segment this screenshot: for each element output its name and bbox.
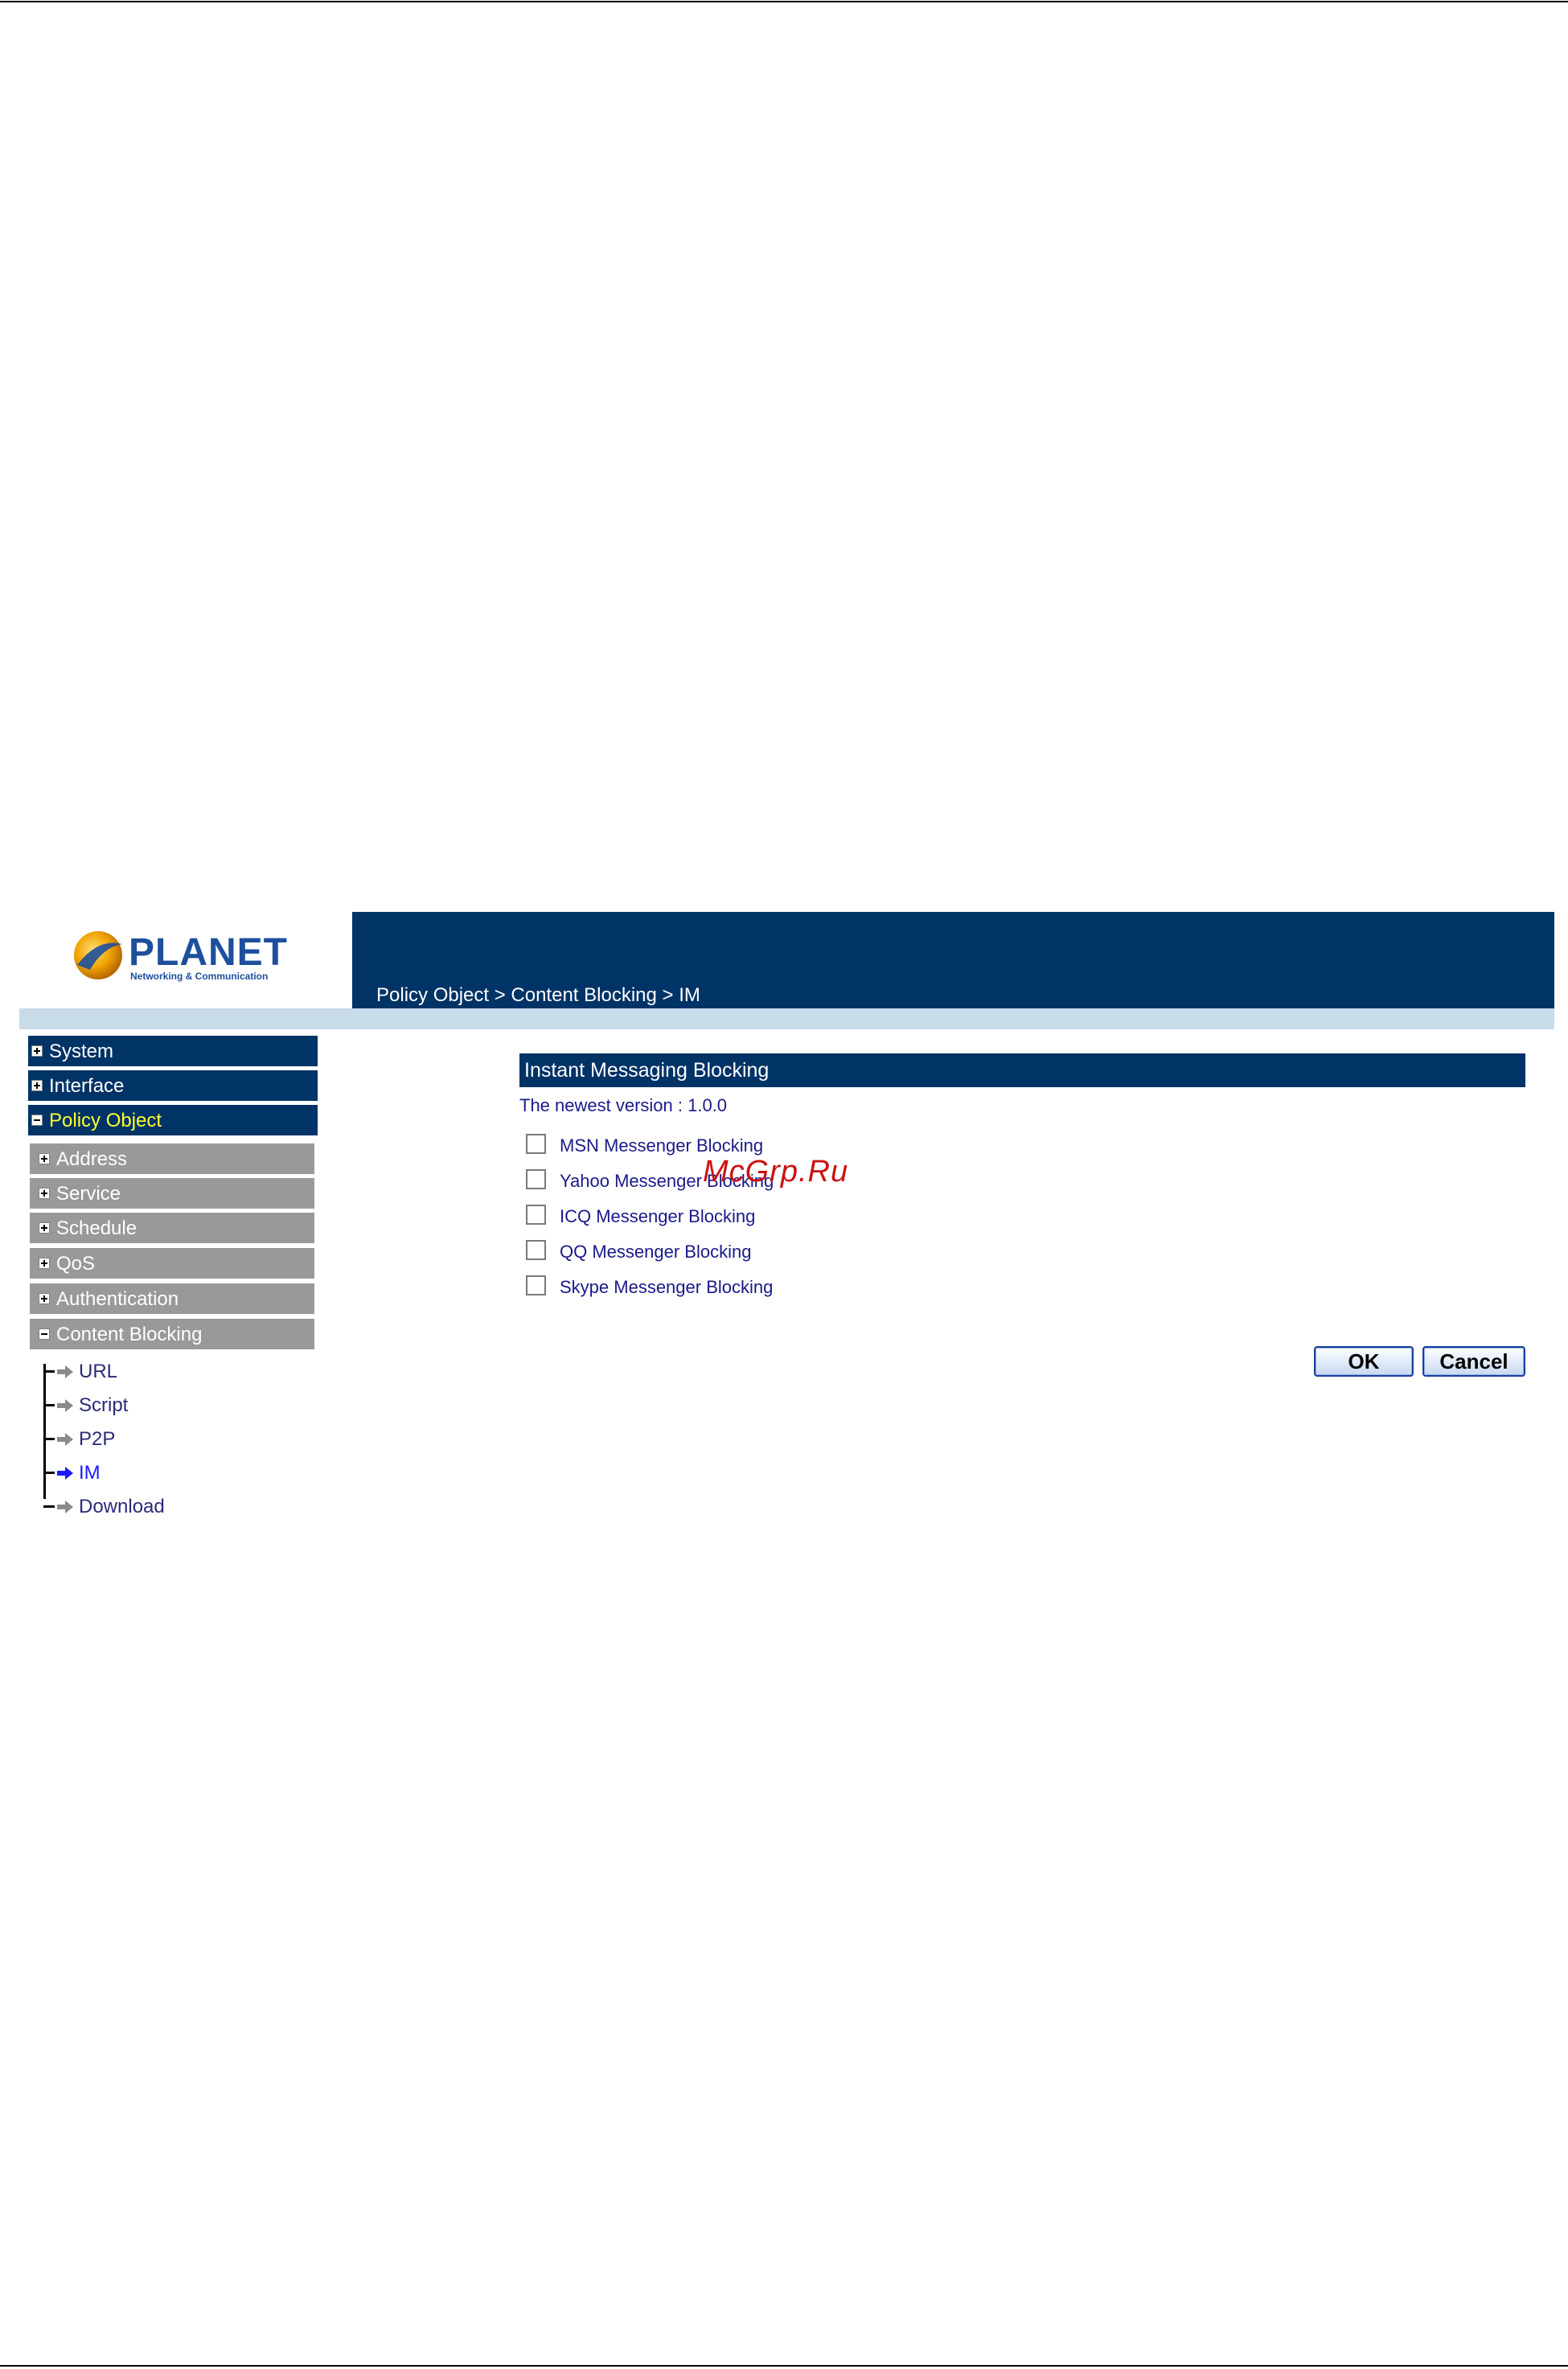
option-label: QQ Messenger Blocking — [560, 1242, 752, 1262]
option-label: Skype Messenger Blocking — [560, 1277, 774, 1297]
option-label: ICQ Messenger Blocking — [560, 1206, 756, 1226]
plus-icon — [39, 1188, 50, 1199]
tree-item-label: Script — [79, 1394, 129, 1416]
tree-item-url[interactable]: URL — [43, 1356, 285, 1388]
sidebar-item-label: System — [49, 1041, 114, 1062]
sidebar-item-interface[interactable]: Interface — [28, 1070, 318, 1102]
tree-item-p2p[interactable]: P2P — [43, 1423, 285, 1455]
tree-item-script[interactable]: Script — [43, 1390, 285, 1422]
header-strip — [19, 1008, 1554, 1029]
arrow-right-icon — [57, 1501, 73, 1513]
plus-icon — [39, 1293, 50, 1304]
tree-item-im[interactable]: IM — [43, 1457, 285, 1489]
submenu-item-label: Service — [56, 1183, 121, 1205]
option-label: MSN Messenger Blocking — [560, 1135, 764, 1156]
tree-item-label: URL — [79, 1361, 118, 1382]
sidebar-item-system[interactable]: System — [28, 1036, 318, 1068]
sidebar-item-label: Policy Object — [49, 1110, 162, 1131]
arrow-right-icon — [57, 1433, 73, 1446]
plus-icon — [39, 1222, 50, 1234]
icq-blocking-checkbox[interactable] — [526, 1205, 546, 1225]
option-skype: Skype Messenger Blocking — [526, 1272, 1008, 1301]
skype-blocking-checkbox[interactable] — [526, 1275, 546, 1295]
brand-tagline: Networking & Communication — [130, 971, 268, 982]
minus-icon — [31, 1115, 43, 1126]
submenu-item-schedule[interactable]: Schedule — [30, 1213, 314, 1245]
logo-area: PLANET Networking & Communication — [19, 912, 352, 1008]
option-qq: QQ Messenger Blocking — [526, 1237, 1008, 1266]
plus-icon — [31, 1080, 43, 1091]
tree-item-label: Download — [79, 1496, 165, 1517]
submenu-item-label: Authentication — [56, 1288, 179, 1310]
plus-icon — [31, 1045, 43, 1057]
plus-icon — [39, 1153, 50, 1164]
plus-icon — [39, 1258, 50, 1269]
option-icq: ICQ Messenger Blocking — [526, 1201, 1008, 1230]
ok-button[interactable]: OK — [1314, 1346, 1414, 1377]
submenu-item-service[interactable]: Service — [30, 1178, 314, 1210]
planet-logo: PLANET Networking & Communication — [74, 931, 288, 982]
arrow-right-icon — [57, 1399, 73, 1412]
yahoo-blocking-checkbox[interactable] — [526, 1169, 546, 1189]
router-admin-window: PLANET Networking & Communication Policy… — [19, 912, 1554, 1531]
version-text: The newest version : 1.0.0 — [519, 1095, 728, 1115]
brand-name: PLANET — [129, 931, 288, 974]
minus-icon — [39, 1328, 50, 1340]
qq-blocking-checkbox[interactable] — [526, 1240, 546, 1260]
submenu-item-content-blocking[interactable]: Content Blocking — [30, 1319, 314, 1351]
cancel-button[interactable]: Cancel — [1422, 1346, 1525, 1377]
submenu-item-qos[interactable]: QoS — [30, 1248, 314, 1280]
tree-item-label: P2P — [79, 1428, 116, 1450]
panel-title: Instant Messaging Blocking — [519, 1053, 1525, 1087]
arrow-right-icon — [57, 1467, 73, 1480]
submenu-item-authentication[interactable]: Authentication — [30, 1283, 314, 1316]
page-top-rule — [0, 1, 1568, 2]
submenu-item-label: Schedule — [56, 1217, 138, 1239]
submenu-item-label: Address — [56, 1148, 128, 1170]
arrow-right-icon — [57, 1365, 73, 1378]
breadcrumb: Policy Object > Content Blocking > IM — [376, 984, 700, 1006]
submenu-item-label: Content Blocking — [56, 1324, 203, 1345]
tree-item-download[interactable]: Download — [43, 1491, 285, 1523]
watermark: McGrp.Ru — [703, 1155, 849, 1189]
msn-blocking-checkbox[interactable] — [526, 1134, 546, 1154]
submenu-item-address[interactable]: Address — [30, 1143, 314, 1176]
sidebar-item-policy-object[interactable]: Policy Object — [28, 1105, 318, 1137]
sidebar-item-label: Interface — [49, 1075, 125, 1097]
tree-item-label: IM — [79, 1462, 101, 1484]
page-bottom-rule — [0, 2365, 1568, 2367]
submenu-item-label: QoS — [56, 1253, 96, 1275]
